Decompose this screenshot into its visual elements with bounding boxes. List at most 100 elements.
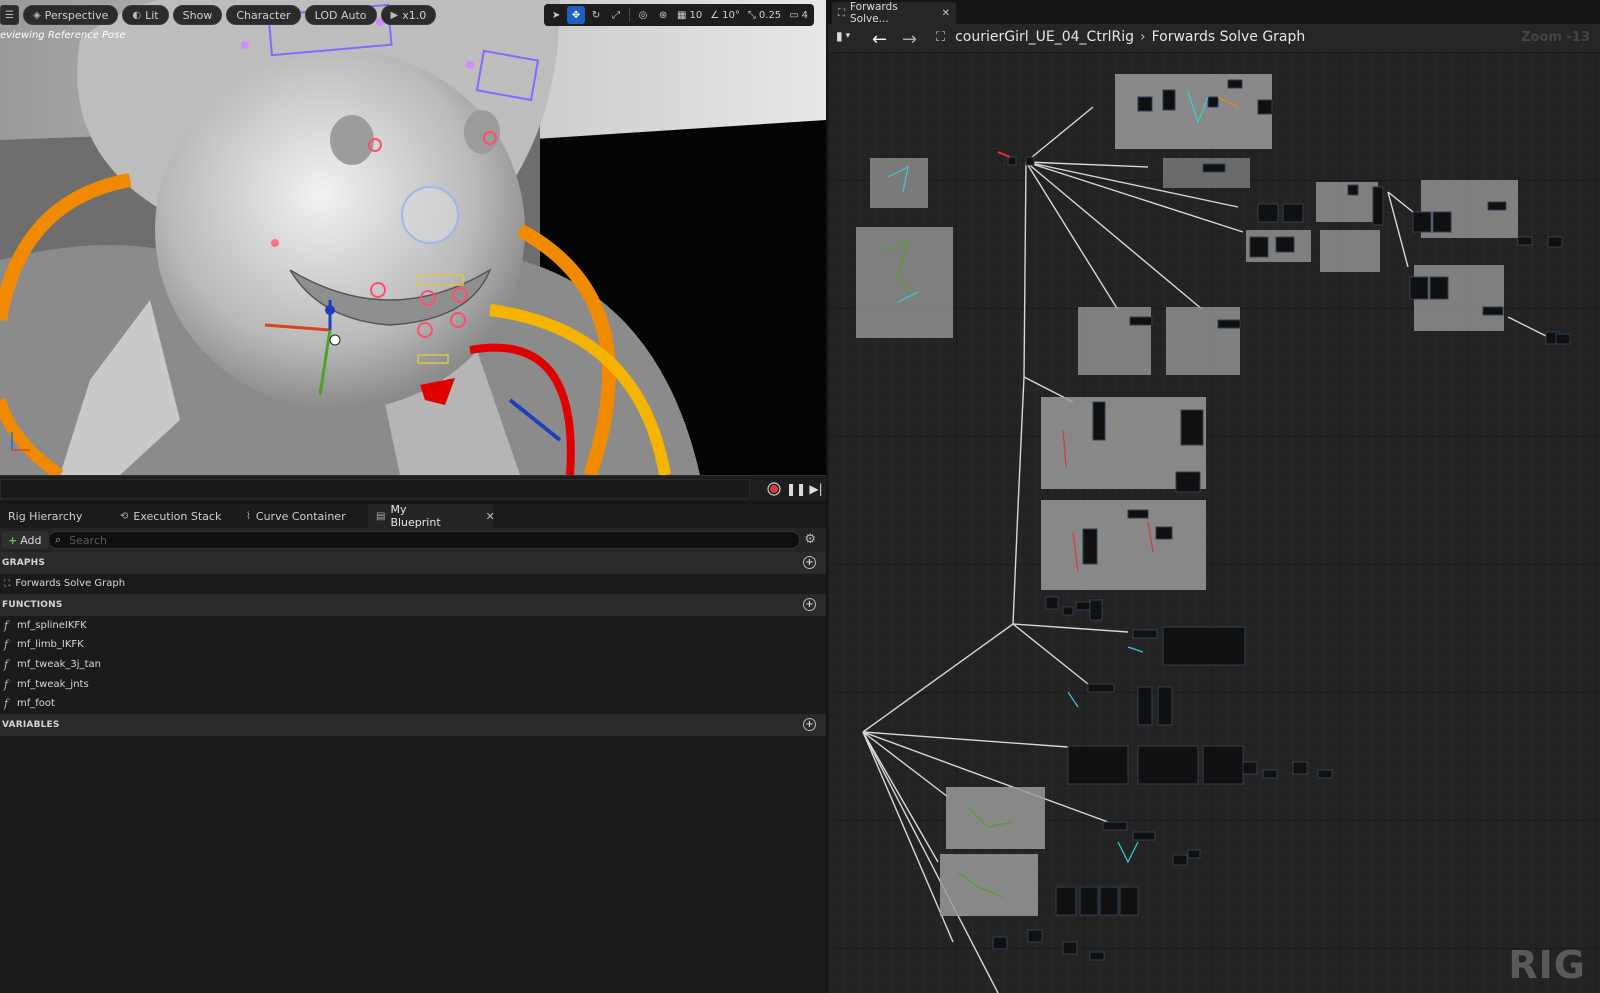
viewport-scene	[0, 0, 826, 475]
snap-surface-icon: ⊛	[658, 9, 668, 21]
grid-snap-button[interactable]: ▦ 10	[674, 6, 705, 24]
breadcrumb-rig[interactable]: courierGirl_UE_04_CtrlRig	[955, 29, 1134, 45]
search-input[interactable]	[67, 532, 748, 548]
function-item[interactable]: f mf_splineIKFK	[0, 616, 826, 636]
bookmark-icon: ▮	[836, 29, 843, 43]
gear-icon[interactable]: ⚙	[804, 532, 816, 547]
play-speed-label: x1.0	[402, 8, 427, 22]
my-blueprint-panel: GRAPHS + ⛶ Forwards Solve Graph FUNCTION…	[0, 552, 826, 993]
step-forward-button[interactable]: ▶|	[808, 481, 824, 497]
graph-icon: ⛶	[4, 578, 11, 589]
select-tool[interactable]: ➤	[547, 6, 565, 24]
timeline-track[interactable]	[0, 479, 750, 499]
bottom-tab-bar: Rig Hierarchy ⟲ Execution Stack ⌇ Curve …	[0, 503, 826, 529]
graphs-section-header[interactable]: GRAPHS +	[0, 552, 826, 574]
functions-section-header[interactable]: FUNCTIONS +	[0, 593, 826, 616]
lit-icon: ◐	[132, 9, 142, 21]
function-item[interactable]: f mf_limb_IKFK	[0, 635, 826, 655]
viewport-status-text: eviewing Reference Pose	[0, 30, 126, 41]
playback-bar: ❚❚ ▶|	[0, 475, 826, 501]
translate-tool[interactable]: ✥	[567, 6, 586, 24]
lod-label: LOD Auto	[314, 8, 367, 22]
perspective-button[interactable]: ◈ Perspective	[22, 5, 119, 25]
perspective-label: Perspective	[44, 8, 109, 22]
function-icon: f	[4, 658, 9, 672]
breadcrumb: ⛶ courierGirl_UE_04_CtrlRig › Forwards S…	[936, 29, 1305, 45]
section-title: GRAPHS	[2, 558, 46, 568]
graph-watermark: RIG	[1508, 943, 1586, 987]
tab-label: Execution Stack	[133, 509, 222, 523]
angle-icon: ∠	[710, 9, 720, 21]
show-label: Show	[182, 8, 213, 22]
function-icon: f	[4, 638, 9, 652]
camera-speed-button[interactable]: ▭ 4	[786, 6, 811, 24]
arrow-right-icon: →	[902, 29, 918, 50]
back-button[interactable]: ←	[872, 29, 887, 50]
rotation-snap-value: 10°	[722, 9, 740, 21]
add-variable-icon[interactable]: +	[803, 717, 816, 731]
camera-icon: ▭	[789, 9, 799, 21]
coord-space-button[interactable]: ◎	[634, 6, 652, 24]
scale-tool[interactable]: ⤢	[607, 6, 625, 24]
lit-button[interactable]: ◐ Lit	[122, 5, 169, 25]
function-item[interactable]: f mf_foot	[0, 694, 826, 714]
viewport-toolbar: ☰ ◈ Perspective ◐ Lit Show Character LOD…	[0, 4, 437, 26]
play-speed-button[interactable]: ▶ x1.0	[380, 5, 437, 25]
forward-button[interactable]: →	[902, 29, 917, 50]
lod-button[interactable]: LOD Auto	[304, 5, 377, 25]
transform-toolbar: ➤ ✥ ↻ ⤢ ◎ ⊛ ▦ 10 ∠ 10° ⤡ 0.25 ▭ 4	[544, 4, 814, 26]
close-icon[interactable]: ✕	[942, 8, 950, 19]
function-item-label: mf_splineIKFK	[17, 619, 87, 631]
play-icon: ▶	[390, 9, 399, 21]
tab-execution-stack[interactable]: ⟲ Execution Stack	[112, 504, 238, 528]
viewport[interactable]: ☰ ◈ Perspective ◐ Lit Show Character LOD…	[0, 0, 826, 475]
tab-label: My Blueprint	[390, 503, 441, 529]
show-button[interactable]: Show	[172, 5, 223, 25]
function-icon: f	[4, 677, 9, 691]
tab-forwards-solve-graph[interactable]: ⛶ Forwards Solve... ✕	[832, 1, 956, 25]
add-label: Add	[20, 533, 42, 547]
function-item-label: mf_tweak_3j_tan	[17, 659, 101, 671]
section-title: VARIABLES	[2, 719, 60, 730]
search-box: ⌕	[48, 531, 800, 549]
rotate-tool[interactable]: ↻	[587, 6, 605, 24]
move-icon: ✥	[571, 9, 581, 21]
lit-label: Lit	[145, 8, 159, 22]
character-button[interactable]: Character	[226, 5, 301, 25]
graph-item-label: Forwards Solve Graph	[15, 578, 126, 590]
pause-icon: ❚❚	[785, 482, 807, 496]
record-button[interactable]	[766, 481, 782, 497]
graph-canvas[interactable]: RIG	[828, 52, 1600, 993]
chevron-down-icon: ▾	[845, 31, 851, 41]
graph-item[interactable]: ⛶ Forwards Solve Graph	[0, 574, 826, 594]
breadcrumb-graph[interactable]: Forwards Solve Graph	[1152, 29, 1306, 45]
pause-button[interactable]: ❚❚	[785, 481, 807, 497]
add-button[interactable]: + Add	[2, 531, 48, 549]
scale-snap-value: 0.25	[758, 9, 782, 21]
add-function-icon[interactable]: +	[803, 597, 816, 611]
search-icon: ⌕	[55, 533, 62, 546]
tab-rig-hierarchy[interactable]: Rig Hierarchy	[0, 504, 112, 528]
function-item[interactable]: f mf_tweak_3j_tan	[0, 655, 826, 675]
camera-speed-value: 4	[801, 9, 808, 21]
close-icon[interactable]: ✕	[486, 510, 495, 523]
variables-section-header[interactable]: VARIABLES +	[0, 713, 826, 736]
function-icon: f	[4, 618, 9, 632]
tab-my-blueprint[interactable]: ▤ My Blueprint ✕	[368, 503, 495, 529]
graph-header: ▮ ▾ ← → ⛶ courierGirl_UE_04_CtrlRig › Fo…	[828, 24, 1600, 52]
rotation-snap-button[interactable]: ∠ 10°	[707, 6, 743, 24]
add-graph-icon[interactable]: +	[803, 556, 816, 569]
scale-snap-button[interactable]: ⤡ 0.25	[745, 6, 784, 24]
surface-snap-button[interactable]: ⊛	[654, 6, 672, 24]
my-blueprint-toolbar: + Add ⌕ ⚙	[0, 528, 826, 552]
globe-icon: ◎	[638, 9, 648, 21]
bookmark-button[interactable]: ▮ ▾	[836, 29, 850, 43]
zoom-level: Zoom -13	[1521, 30, 1590, 45]
function-icon: f	[4, 697, 9, 711]
function-item[interactable]: f mf_tweak_jnts	[0, 674, 826, 694]
tab-curve-container[interactable]: ⌇ Curve Container	[238, 504, 368, 528]
curve-icon: ⌇	[246, 510, 251, 522]
function-item-label: mf_foot	[17, 698, 55, 710]
viewport-menu-button[interactable]: ☰	[0, 5, 19, 25]
graph-tab-bar: ⛶ Forwards Solve... ✕	[828, 0, 1600, 25]
